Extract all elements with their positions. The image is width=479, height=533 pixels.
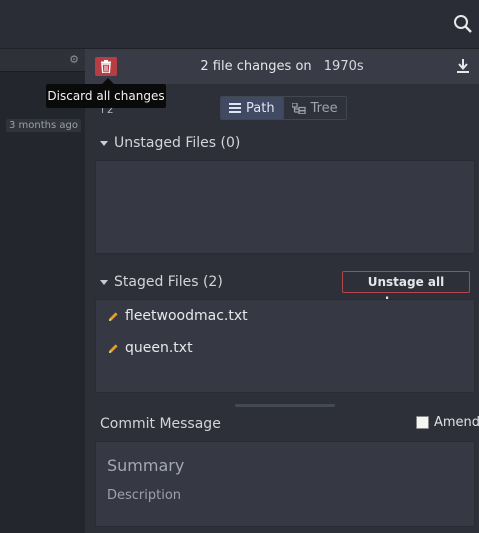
discard-tooltip: Discard all changes — [46, 78, 166, 108]
file-changes-count: 2 file changes on — [200, 59, 312, 74]
path-view-label: Path — [246, 100, 275, 116]
caret-down-icon — [100, 279, 108, 285]
description-input[interactable]: Description — [107, 488, 181, 503]
staged-files-list: fleetwoodmac.txt queen.txt — [95, 299, 475, 393]
unstaged-section-toggle[interactable]: Unstaged Files (0) — [100, 135, 240, 151]
unstaged-title: Unstaged Files (0) — [114, 135, 241, 151]
staging-header: 2 file changes on 1970s — [85, 49, 479, 84]
download-icon[interactable] — [456, 58, 470, 74]
commit-message-box: Summary Description — [95, 441, 475, 527]
amend-label: Amend — [434, 415, 479, 430]
view-toggle: Path Tree — [220, 96, 347, 120]
staging-title: 2 file changes on 1970s — [85, 59, 479, 74]
caret-down-icon — [100, 140, 108, 146]
staged-section-toggle[interactable]: Staged Files (2) — [100, 274, 223, 290]
commit-graph-pane: ⚙ 3 months ago — [0, 49, 85, 533]
pencil-icon — [109, 311, 118, 321]
graph-header: ⚙ — [0, 49, 85, 72]
summary-input[interactable]: Summary — [107, 456, 184, 475]
path-view-button[interactable]: Path — [221, 97, 283, 119]
unstage-all-button[interactable]: Unstage all changes — [342, 271, 470, 309]
search-icon[interactable] — [453, 14, 473, 34]
staged-title: Staged Files (2) — [114, 274, 223, 290]
amend-checkbox[interactable] — [416, 416, 429, 429]
commit-timestamp: 3 months ago — [6, 119, 81, 132]
tree-view-label: Tree — [310, 100, 338, 116]
commit-message-label: Commit Message — [100, 416, 221, 432]
gear-icon[interactable]: ⚙ — [69, 53, 79, 66]
pencil-icon — [109, 343, 118, 353]
tree-icon — [291, 102, 306, 114]
unstaged-files-list — [95, 160, 475, 254]
file-name: queen.txt — [125, 340, 193, 356]
staging-panel: 2 file changes on 1970s ↑z Path Tree Uns… — [85, 49, 479, 533]
commit-row[interactable]: 3 months ago — [0, 119, 85, 135]
file-name: fleetwoodmac.txt — [125, 308, 248, 324]
top-bar — [0, 0, 479, 49]
branch-name: 1970s — [323, 59, 364, 74]
resize-handle[interactable] — [235, 404, 335, 407]
list-icon — [229, 103, 241, 113]
staged-file-item[interactable]: fleetwoodmac.txt — [108, 308, 248, 324]
tree-view-button[interactable]: Tree — [282, 97, 346, 119]
staged-file-item[interactable]: queen.txt — [108, 340, 193, 356]
amend-toggle[interactable]: Amend — [416, 415, 479, 430]
